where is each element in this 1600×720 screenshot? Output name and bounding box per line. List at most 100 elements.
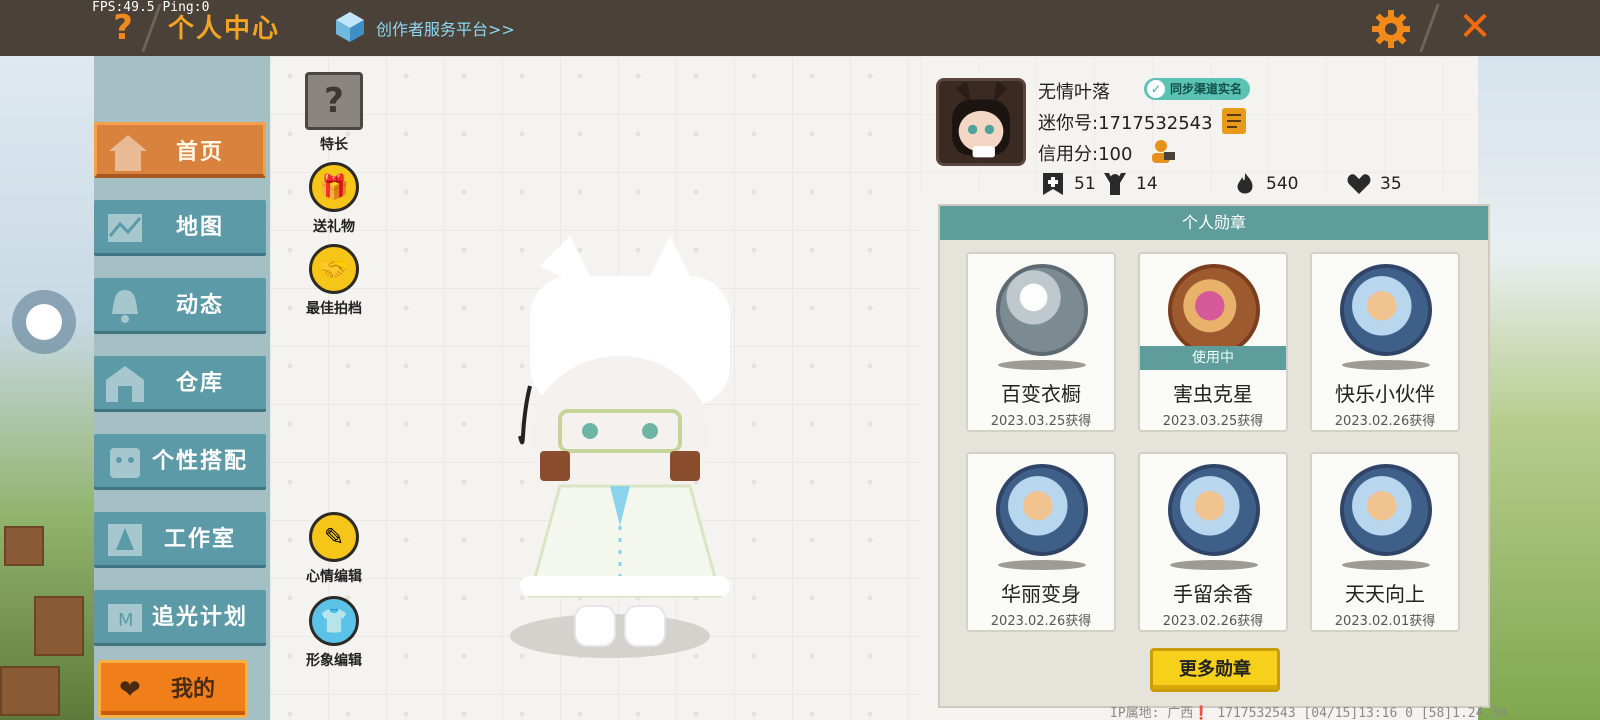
nav-item-outfit[interactable]: 个性搭配 [94,434,266,490]
happy-buddy-medal-icon [1340,264,1432,356]
sync-realname-badge[interactable]: ✓ 同步渠道实名 [1144,78,1251,100]
medal-date: 2023.02.26获得 [1162,614,1264,629]
medal-name: 百变衣橱 [1001,382,1081,406]
medal-card[interactable]: 快乐小伙伴 2023.02.26获得 [1310,252,1460,432]
floating-assist-button[interactable] [12,290,76,354]
medal-shadow [1342,560,1430,570]
mood-edit-button[interactable]: ✎ 心情编辑 [294,512,374,586]
medal-name: 手留余香 [1173,582,1253,606]
edit-icon: ✎ [309,512,359,562]
cheer-person-icon [1104,173,1126,195]
medal-card[interactable]: 天天向上 2023.02.01获得 [1310,452,1460,632]
nav-item-light-plan[interactable]: M 追光计划 [94,590,266,646]
person-check-icon: ✓ [1147,80,1165,98]
avatar[interactable] [936,78,1026,166]
credit-person-icon[interactable] [1150,138,1176,164]
close-icon[interactable]: ✕ [1456,7,1494,47]
avatar-portrait [939,81,1023,163]
svg-text:M: M [118,610,134,631]
scenery-block [0,666,60,716]
medal-name: 快乐小伙伴 [1335,382,1435,406]
nav-label: 追光计划 [151,605,248,630]
page-title: 个人中心 [168,14,281,44]
nav-item-studio[interactable]: 工作室 [94,512,266,568]
medal-shadow [1342,360,1430,370]
creator-platform-link[interactable]: 创作者服务平台>> [376,16,515,40]
send-gift-label: 送礼物 [313,219,355,235]
medal-card[interactable]: 使用中 害虫克星 2023.03.25获得 [1138,252,1288,432]
sync-badge-label: 同步渠道实名 [1170,82,1243,96]
medal-name: 华丽变身 [1001,582,1081,606]
medal-shadow [998,360,1086,370]
nav-label: 动态 [175,293,224,318]
fire-icon [1237,173,1253,194]
medal-card[interactable]: 华丽变身 2023.02.26获得 [966,452,1116,632]
help-icon[interactable]: ? [108,8,138,48]
specialty-label: 特长 [320,137,348,153]
ip-location-footer: IP属地: 广西❗ 1717532543 [04/15]13:16 0 [58]… [1110,706,1507,720]
nav-item-home[interactable]: 首页 [94,122,266,178]
wardrobe-medal-icon [996,264,1088,356]
copy-icon[interactable] [1222,108,1246,134]
top-bar: FPS:49.5 Ping:0 ? 个人中心 创作者服务平台>> ✕ [0,0,1600,56]
stat-fire[interactable]: 540 [1232,170,1298,198]
nav-label: 个性搭配 [151,449,248,474]
left-nav: 首页 地图 动态 仓库 个性搭配 工作室 M 追光计划 ❤ 我的 [94,56,270,720]
nav-item-mine[interactable]: ❤ 我的 [98,660,248,718]
handshake-icon: 🤝 [309,244,359,294]
nav-item-map[interactable]: 地图 [94,200,266,256]
outfit-shirt-icon: 👕 [309,596,359,646]
heart-icon: ❤ [119,675,141,705]
medal-date: 2023.03.25获得 [1162,414,1264,429]
nav-label: 仓库 [175,371,224,396]
medal-card[interactable]: 手留余香 2023.02.26获得 [1138,452,1288,632]
medal-name: 天天向上 [1345,582,1425,606]
image-edit-button[interactable]: 👕 形象编辑 [294,596,374,670]
medal-date: 2023.02.01获得 [1334,614,1436,629]
floating-ball-icon [26,304,62,340]
gear-icon[interactable] [1370,8,1412,50]
more-medals-button[interactable]: 更多勋章 [1150,648,1280,692]
best-partner-label: 最佳拍档 [306,301,362,317]
add-bookmark-icon [1043,173,1063,195]
background-scenery-left [0,56,96,720]
transform-medal-icon [996,464,1088,556]
nav-item-activity[interactable]: 动态 [94,278,266,334]
scenery-block [34,596,84,656]
best-partner-button[interactable]: 🤝 最佳拍档 [294,244,374,318]
stat-fans-count: 14 [1136,174,1158,194]
gift-icon: 🎁 [309,162,359,212]
send-gift-button[interactable]: 🎁 送礼物 [294,162,374,236]
stat-fire-count: 540 [1266,174,1299,194]
stat-likes-count: 35 [1380,174,1402,194]
stat-add[interactable]: 51 [1040,170,1096,198]
medal-shadow [1170,560,1258,570]
medal-date: 2023.02.26获得 [990,614,1092,629]
nav-label: 首页 [175,140,224,165]
username: 无情叶落 [1038,82,1110,103]
nav-label: 工作室 [163,527,236,552]
question-box-icon: ? [305,72,363,130]
credit-score: 信用分:100 [1038,144,1133,165]
cube-icon [336,12,364,42]
pest-buster-medal-icon [1168,264,1260,356]
character-avatar [510,236,730,658]
stat-likes[interactable]: 35 [1346,170,1402,198]
fragrance-medal-icon [1168,464,1260,556]
medal-name: 害虫克星 [1173,382,1253,406]
heart-icon [1347,174,1371,194]
background-scenery-right [1478,56,1600,720]
medal-panel-header: 个人勋章 [940,206,1488,240]
medal-card[interactable]: 百变衣橱 2023.03.25获得 [966,252,1116,432]
specialty-button[interactable]: ? 特长 [294,72,374,154]
medal-date: 2023.03.25获得 [990,414,1092,429]
mini-id: 迷你号:1717532543 [1038,113,1213,134]
medal-shadow [998,560,1086,570]
image-edit-label: 形象编辑 [306,653,362,669]
medal-date: 2023.02.26获得 [1334,414,1436,429]
medal-panel: 个人勋章 百变衣橱 2023.03.25获得 使用中 害虫克星 2023.03.… [938,204,1490,708]
nav-item-warehouse[interactable]: 仓库 [94,356,266,412]
stat-add-count: 51 [1074,174,1096,194]
stat-fans[interactable]: 14 [1102,170,1158,198]
mood-edit-label: 心情编辑 [306,569,362,585]
